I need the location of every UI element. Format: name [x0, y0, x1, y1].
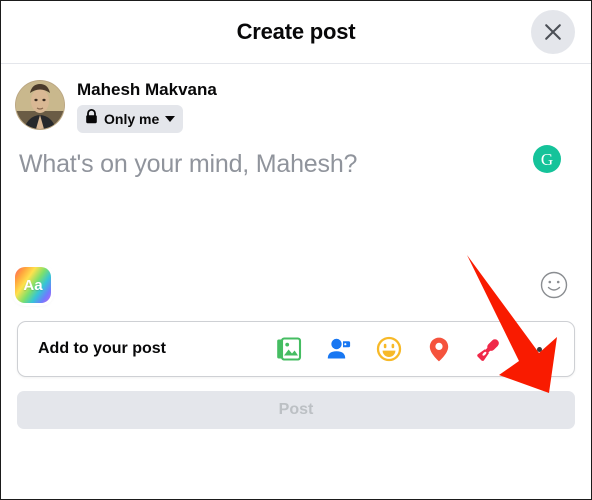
- user-row: Mahesh Makvana Only me: [1, 64, 591, 133]
- privacy-selector[interactable]: Only me: [77, 105, 184, 133]
- check-in-button[interactable]: [420, 330, 458, 368]
- page-title: Create post: [236, 19, 356, 44]
- photo-video-button[interactable]: [270, 330, 308, 368]
- photo-video-icon: [277, 337, 302, 361]
- footer: Post: [1, 377, 591, 429]
- user-name: Mahesh Makvana: [77, 80, 217, 99]
- user-meta: Mahesh Makvana Only me: [77, 80, 217, 133]
- close-button[interactable]: [531, 10, 575, 54]
- chevron-down-icon: [165, 116, 176, 122]
- avatar-photo: [16, 81, 64, 129]
- composer-placeholder: What's on your mind, Mahesh?: [19, 150, 358, 178]
- aa-label: Aa: [23, 276, 43, 294]
- feeling-activity-button[interactable]: [370, 330, 408, 368]
- voice-clip-button[interactable]: [470, 330, 508, 368]
- post-button[interactable]: Post: [17, 391, 575, 429]
- avatar[interactable]: [15, 80, 65, 130]
- add-to-post-bar: Add to your post: [17, 321, 575, 377]
- more-options-button[interactable]: [520, 330, 558, 368]
- format-row: Aa: [1, 259, 591, 311]
- location-pin-icon: [429, 337, 449, 362]
- create-post-dialog: Create post Mahesh Makvana Only me What'…: [0, 0, 592, 500]
- tag-people-icon: [327, 338, 351, 359]
- tag-people-button[interactable]: [320, 330, 358, 368]
- dialog-header: Create post: [1, 1, 591, 64]
- emoji-picker-button[interactable]: [539, 270, 569, 300]
- grammarly-letter: G: [540, 149, 554, 169]
- smiley-face-icon: [540, 271, 568, 299]
- add-to-post-actions: [270, 330, 558, 368]
- feeling-activity-icon: [376, 336, 402, 362]
- grammarly-icon[interactable]: G: [533, 145, 561, 173]
- close-icon: [543, 22, 563, 42]
- privacy-label: Only me: [104, 111, 160, 127]
- text-background-icon[interactable]: Aa: [15, 267, 51, 303]
- add-to-post-label: Add to your post: [38, 340, 166, 357]
- composer-area[interactable]: What's on your mind, Mahesh? G: [1, 133, 591, 259]
- lock-icon: [85, 109, 98, 129]
- ellipsis-icon: [527, 346, 551, 352]
- microphone-icon: [477, 339, 499, 361]
